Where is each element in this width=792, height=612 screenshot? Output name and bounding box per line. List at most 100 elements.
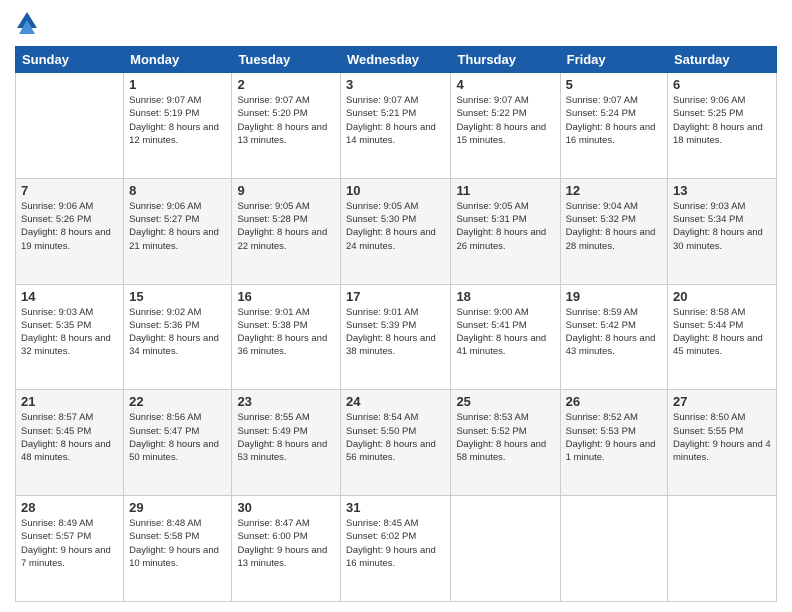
day-info: Sunrise: 8:53 AMSunset: 5:52 PMDaylight:… [456,411,554,464]
calendar-cell [451,496,560,602]
day-info: Sunrise: 8:57 AMSunset: 5:45 PMDaylight:… [21,411,118,464]
day-number: 18 [456,289,554,304]
day-number: 20 [673,289,771,304]
calendar-cell [560,496,667,602]
day-number: 12 [566,183,662,198]
calendar-cell: 4Sunrise: 9:07 AMSunset: 5:22 PMDaylight… [451,73,560,179]
calendar-cell: 25 Sunrise: 8:53 AMSunset: 5:52 PMDayligh… [451,390,560,496]
day-info: Sunrise: 9:07 AMSunset: 5:19 PMDaylight:… [129,94,226,147]
calendar-cell: 23 Sunrise: 8:55 AMSunset: 5:49 PMDayligh… [232,390,341,496]
calendar-week-3: 14 Sunrise: 9:03 AMSunset: 5:35 PMDayligh… [16,284,777,390]
logo-icon [15,10,39,38]
day-info: Sunrise: 9:07 AMSunset: 5:20 PMDaylight:… [237,94,335,147]
day-info: Sunrise: 8:56 AMSunset: 5:47 PMDaylight:… [129,411,226,464]
day-number: 26 [566,394,662,409]
day-info: Sunrise: 8:47 AMSunset: 6:00 PMDaylight:… [237,517,335,570]
page-header [15,10,777,38]
day-number: 17 [346,289,445,304]
day-info: Sunrise: 9:03 AMSunset: 5:34 PMDaylight:… [673,200,771,253]
calendar-week-5: 28 Sunrise: 8:49 AMSunset: 5:57 PMDayligh… [16,496,777,602]
day-info: Sunrise: 8:54 AMSunset: 5:50 PMDaylight:… [346,411,445,464]
calendar-cell: 13 Sunrise: 9:03 AMSunset: 5:34 PMDayligh… [668,178,777,284]
day-number: 31 [346,500,445,515]
day-number: 13 [673,183,771,198]
day-number: 7 [21,183,118,198]
day-number: 30 [237,500,335,515]
calendar-cell: 17 Sunrise: 9:01 AMSunset: 5:39 PMDayligh… [341,284,451,390]
day-info: Sunrise: 8:50 AMSunset: 5:55 PMDaylight:… [673,411,771,464]
calendar-cell: 16 Sunrise: 9:01 AMSunset: 5:38 PMDayligh… [232,284,341,390]
calendar-week-4: 21 Sunrise: 8:57 AMSunset: 5:45 PMDayligh… [16,390,777,496]
calendar-cell: 30 Sunrise: 8:47 AMSunset: 6:00 PMDayligh… [232,496,341,602]
weekday-header-friday: Friday [560,47,667,73]
calendar-cell: 5 Sunrise: 9:07 AMSunset: 5:24 PMDaylight… [560,73,667,179]
day-number: 25 [456,394,554,409]
calendar-cell: 21 Sunrise: 8:57 AMSunset: 5:45 PMDayligh… [16,390,124,496]
calendar-cell: 10Sunrise: 9:05 AMSunset: 5:30 PMDayligh… [341,178,451,284]
day-info: Sunrise: 9:04 AMSunset: 5:32 PMDaylight:… [566,200,662,253]
day-number: 19 [566,289,662,304]
day-number: 8 [129,183,226,198]
day-info: Sunrise: 9:01 AMSunset: 5:39 PMDaylight:… [346,306,445,359]
day-number: 29 [129,500,226,515]
calendar-table: SundayMondayTuesdayWednesdayThursdayFrid… [15,46,777,602]
weekday-header-thursday: Thursday [451,47,560,73]
day-info: Sunrise: 9:01 AMSunset: 5:38 PMDaylight:… [237,306,335,359]
calendar-cell: 8 Sunrise: 9:06 AMSunset: 5:27 PMDaylight… [124,178,232,284]
day-number: 14 [21,289,118,304]
weekday-header-wednesday: Wednesday [341,47,451,73]
calendar-cell: 31 Sunrise: 8:45 AMSunset: 6:02 PMDayligh… [341,496,451,602]
day-info: Sunrise: 9:07 AMSunset: 5:24 PMDaylight:… [566,94,662,147]
day-number: 23 [237,394,335,409]
calendar-week-1: 1 Sunrise: 9:07 AMSunset: 5:19 PMDaylight… [16,73,777,179]
calendar-cell: 11 Sunrise: 9:05 AMSunset: 5:31 PMDayligh… [451,178,560,284]
calendar-cell: 22 Sunrise: 8:56 AMSunset: 5:47 PMDayligh… [124,390,232,496]
calendar-cell: 1 Sunrise: 9:07 AMSunset: 5:19 PMDaylight… [124,73,232,179]
day-info: Sunrise: 9:00 AMSunset: 5:41 PMDaylight:… [456,306,554,359]
day-number: 22 [129,394,226,409]
day-info: Sunrise: 8:49 AMSunset: 5:57 PMDaylight:… [21,517,118,570]
calendar-cell: 14 Sunrise: 9:03 AMSunset: 5:35 PMDayligh… [16,284,124,390]
day-info: Sunrise: 9:07 AMSunset: 5:21 PMDaylight:… [346,94,445,147]
day-number: 1 [129,77,226,92]
day-number: 24 [346,394,445,409]
calendar-cell [668,496,777,602]
day-info: Sunrise: 9:02 AMSunset: 5:36 PMDaylight:… [129,306,226,359]
day-info: Sunrise: 9:07 AMSunset: 5:22 PMDaylight:… [456,94,554,147]
calendar-cell: 3 Sunrise: 9:07 AMSunset: 5:21 PMDaylight… [341,73,451,179]
day-number: 15 [129,289,226,304]
day-info: Sunrise: 8:55 AMSunset: 5:49 PMDaylight:… [237,411,335,464]
day-number: 6 [673,77,771,92]
day-info: Sunrise: 9:06 AMSunset: 5:27 PMDaylight:… [129,200,226,253]
day-info: Sunrise: 9:05 AMSunset: 5:30 PMDaylight:… [346,200,445,253]
day-number: 21 [21,394,118,409]
calendar-cell [16,73,124,179]
day-info: Sunrise: 9:05 AMSunset: 5:31 PMDaylight:… [456,200,554,253]
day-number: 9 [237,183,335,198]
day-info: Sunrise: 8:59 AMSunset: 5:42 PMDaylight:… [566,306,662,359]
day-number: 3 [346,77,445,92]
day-info: Sunrise: 9:03 AMSunset: 5:35 PMDaylight:… [21,306,118,359]
calendar-week-2: 7 Sunrise: 9:06 AMSunset: 5:26 PMDaylight… [16,178,777,284]
calendar-cell: 28 Sunrise: 8:49 AMSunset: 5:57 PMDayligh… [16,496,124,602]
calendar-cell: 26 Sunrise: 8:52 AMSunset: 5:53 PMDayligh… [560,390,667,496]
day-info: Sunrise: 9:05 AMSunset: 5:28 PMDaylight:… [237,200,335,253]
day-number: 11 [456,183,554,198]
calendar-cell: 6 Sunrise: 9:06 AMSunset: 5:25 PMDaylight… [668,73,777,179]
calendar-cell: 18 Sunrise: 9:00 AMSunset: 5:41 PMDayligh… [451,284,560,390]
calendar-cell: 15 Sunrise: 9:02 AMSunset: 5:36 PMDayligh… [124,284,232,390]
day-number: 16 [237,289,335,304]
day-number: 28 [21,500,118,515]
weekday-header-monday: Monday [124,47,232,73]
day-info: Sunrise: 9:06 AMSunset: 5:26 PMDaylight:… [21,200,118,253]
calendar-cell: 9 Sunrise: 9:05 AMSunset: 5:28 PMDaylight… [232,178,341,284]
day-info: Sunrise: 8:45 AMSunset: 6:02 PMDaylight:… [346,517,445,570]
weekday-header-sunday: Sunday [16,47,124,73]
day-number: 27 [673,394,771,409]
calendar-cell: 29Sunrise: 8:48 AMSunset: 5:58 PMDayligh… [124,496,232,602]
day-number: 2 [237,77,335,92]
calendar-cell: 12 Sunrise: 9:04 AMSunset: 5:32 PMDayligh… [560,178,667,284]
day-info: Sunrise: 8:52 AMSunset: 5:53 PMDaylight:… [566,411,662,464]
day-number: 5 [566,77,662,92]
day-info: Sunrise: 9:06 AMSunset: 5:25 PMDaylight:… [673,94,771,147]
